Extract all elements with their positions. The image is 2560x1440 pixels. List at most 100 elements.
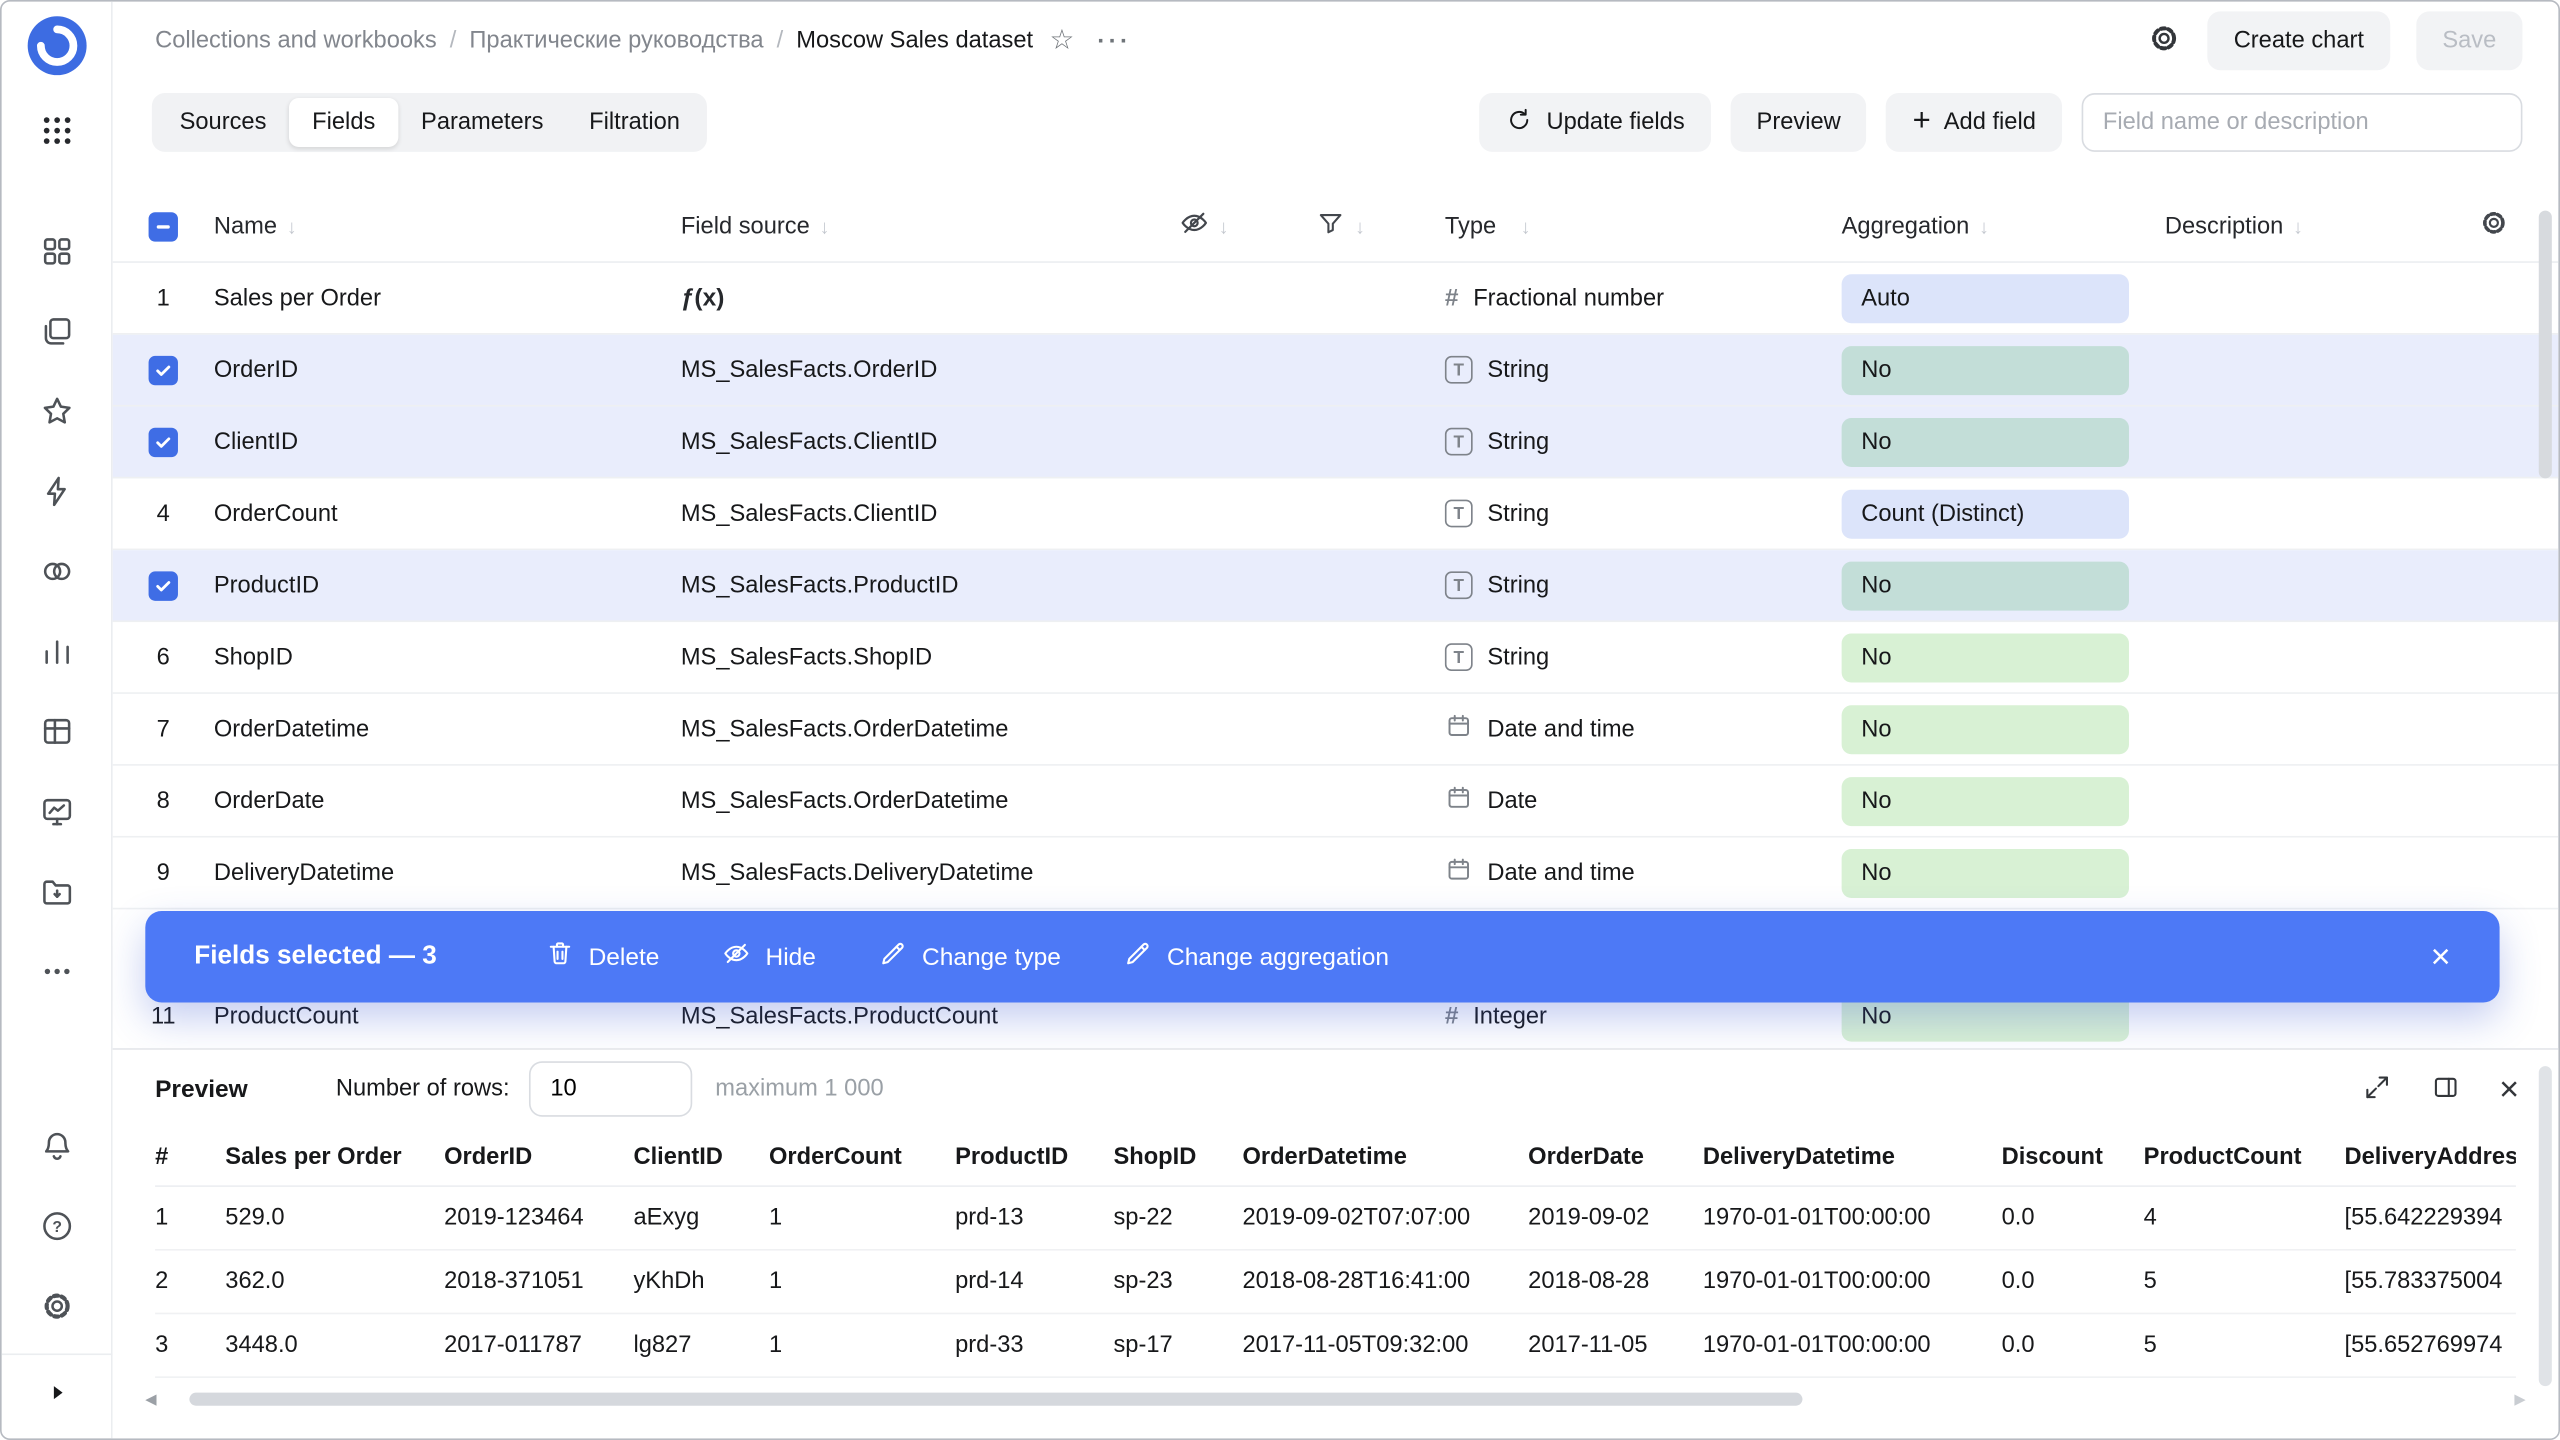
change-aggregation-button[interactable]: Change aggregation: [1123, 939, 1389, 975]
sidebar-item-more[interactable]: [25, 940, 87, 1002]
sort-icon: ↓: [820, 215, 830, 238]
sidebar-item-storage[interactable]: [25, 860, 87, 922]
preview-cell: [55.642229394: [2344, 1205, 2515, 1231]
scroll-right-icon[interactable]: ▶: [2514, 1390, 2525, 1408]
sidebar-item-services[interactable]: [25, 540, 87, 602]
rows-count-input[interactable]: [529, 1061, 692, 1117]
field-row[interactable]: 5 ProductID ƒ(x) MS_SalesFacts.ProductID: [113, 550, 2559, 622]
field-aggregation[interactable]: No: [1829, 776, 2152, 825]
column-header-source[interactable]: Field source: [681, 213, 810, 239]
filter-funnel-icon[interactable]: [1316, 208, 1345, 244]
aggregation-badge[interactable]: No: [1842, 848, 2129, 897]
preview-toggle-button[interactable]: Preview: [1730, 93, 1866, 152]
field-row[interactable]: 6 ShopID ƒ(x) MS_SalesFacts.ShopID: [113, 622, 2559, 694]
column-header-name[interactable]: Name: [214, 213, 277, 239]
folder-icon: [38, 873, 74, 909]
field-aggregation[interactable]: Auto: [1829, 273, 2152, 322]
field-aggregation[interactable]: No: [1829, 848, 2152, 897]
scroll-left-icon[interactable]: ◀: [145, 1390, 156, 1408]
aggregation-badge[interactable]: No: [1842, 561, 2129, 610]
column-header-description[interactable]: Description: [2165, 213, 2283, 239]
tab[interactable]: Fields: [289, 98, 398, 147]
expand-sidebar-button[interactable]: [1, 1353, 112, 1438]
fields-vertical-scrollbar-thumb[interactable]: [2539, 211, 2552, 479]
update-fields-button[interactable]: Update fields: [1480, 93, 1711, 152]
field-row[interactable]: 1 Sales per Order ƒ(x): [113, 263, 2559, 335]
sidebar-item-favorites[interactable]: [25, 380, 87, 442]
field-row[interactable]: 2 OrderID ƒ(x) MS_SalesFacts.OrderID: [113, 335, 2559, 407]
hide-selected-button[interactable]: Hide: [721, 939, 815, 975]
aggregation-badge[interactable]: No: [1842, 345, 2129, 394]
hidden-eye-icon[interactable]: [1178, 207, 1209, 245]
row-checkbox[interactable]: [149, 571, 178, 600]
column-header-aggregation[interactable]: Aggregation: [1842, 213, 1970, 239]
field-aggregation[interactable]: No: [1829, 561, 2152, 610]
create-chart-button[interactable]: Create chart: [2208, 11, 2391, 70]
widgets-icon: [38, 233, 74, 269]
row-checkbox[interactable]: [149, 355, 178, 384]
breadcrumb-collections[interactable]: Collections and workbooks: [155, 28, 437, 54]
sidebar-item-collections[interactable]: [25, 300, 87, 362]
preview-horizontal-scrollbar[interactable]: ◀ ▶: [145, 1386, 2525, 1412]
tab[interactable]: Filtration: [566, 98, 703, 147]
field-aggregation[interactable]: No: [1829, 704, 2152, 753]
field-row[interactable]: 9 DeliveryDatetime ƒ(x) MS_SalesFacts.De…: [113, 838, 2559, 910]
sidebar-item-dashboards[interactable]: [25, 780, 87, 842]
scrollbar-thumb[interactable]: [190, 1393, 1803, 1406]
aggregation-badge[interactable]: Count (Distinct): [1842, 489, 2129, 538]
add-field-button[interactable]: + Add field: [1886, 93, 2062, 152]
sidebar-item-datasets[interactable]: [25, 700, 87, 762]
help-button[interactable]: ?: [25, 1195, 87, 1257]
aggregation-badge[interactable]: No: [1842, 776, 2129, 825]
aggregation-badge[interactable]: No: [1842, 704, 2129, 753]
row-number: 4: [149, 500, 178, 526]
aggregation-badge[interactable]: Auto: [1842, 273, 2129, 322]
tab[interactable]: Sources: [157, 98, 290, 147]
field-search-input[interactable]: [2082, 93, 2523, 152]
sidebar-bottom: ?: [25, 1115, 87, 1337]
preview-column-header: #: [155, 1144, 225, 1170]
datalens-logo[interactable]: [25, 15, 87, 77]
field-aggregation[interactable]: No: [1829, 417, 2152, 466]
field-row[interactable]: 3 ClientID ƒ(x) MS_SalesFacts.ClientID: [113, 407, 2559, 479]
favorite-star-icon[interactable]: ☆: [1049, 24, 1074, 57]
sidebar-item-connections[interactable]: [25, 460, 87, 522]
preview-close-button[interactable]: ×: [2499, 1072, 2519, 1106]
dataset-settings-button[interactable]: [2147, 21, 2181, 60]
save-button[interactable]: Save: [2416, 11, 2522, 70]
tab[interactable]: Parameters: [398, 98, 566, 147]
string-type-icon: T: [1445, 428, 1473, 456]
field-aggregation[interactable]: Count (Distinct): [1829, 489, 2152, 538]
more-menu-icon[interactable]: ···: [1097, 27, 1131, 55]
breadcrumb-workbook[interactable]: Практические руководства: [469, 28, 763, 54]
scrollbar-track[interactable]: [166, 1391, 2504, 1407]
column-header-type[interactable]: Type: [1445, 213, 1496, 239]
field-row[interactable]: 8 OrderDate ƒ(x) MS_SalesFacts.OrderDate…: [113, 766, 2559, 838]
delete-selected-button[interactable]: Delete: [545, 939, 660, 975]
field-row[interactable]: 4 OrderCount ƒ(x) MS_SalesFacts.ClientID: [113, 478, 2559, 550]
preview-dock-button[interactable]: [2431, 1072, 2460, 1106]
date-type-icon: [1445, 856, 1473, 884]
sidebar-item-widgets[interactable]: [25, 220, 87, 282]
close-selection-toolbar-button[interactable]: ×: [2431, 940, 2451, 974]
field-name: ShopID: [191, 644, 681, 670]
table-settings-gear-icon[interactable]: [2478, 207, 2509, 245]
sidebar-item-charts[interactable]: [25, 620, 87, 682]
aggregation-badge[interactable]: No: [1842, 417, 2129, 466]
notifications-button[interactable]: [25, 1115, 87, 1177]
settings-button[interactable]: [25, 1275, 87, 1337]
aggregation-badge[interactable]: No: [1842, 633, 2129, 682]
field-aggregation[interactable]: No: [1829, 633, 2152, 682]
field-aggregation[interactable]: No: [1829, 345, 2152, 394]
row-checkbox[interactable]: [149, 427, 178, 456]
preview-vertical-scrollbar-thumb[interactable]: [2539, 1066, 2552, 1386]
preview-expand-button[interactable]: [2362, 1072, 2391, 1106]
field-type: # T Date and time: [1416, 712, 1829, 746]
field-row[interactable]: 7 OrderDatetime ƒ(x) MS_SalesFacts.Order…: [113, 694, 2559, 766]
apps-grid-icon[interactable]: [25, 100, 87, 162]
preview-column-header: OrderID: [444, 1144, 633, 1170]
select-all-checkbox[interactable]: [149, 211, 178, 240]
change-type-button[interactable]: Change type: [878, 939, 1061, 975]
gear-icon: [38, 1288, 74, 1324]
pencil-icon: [878, 939, 907, 975]
